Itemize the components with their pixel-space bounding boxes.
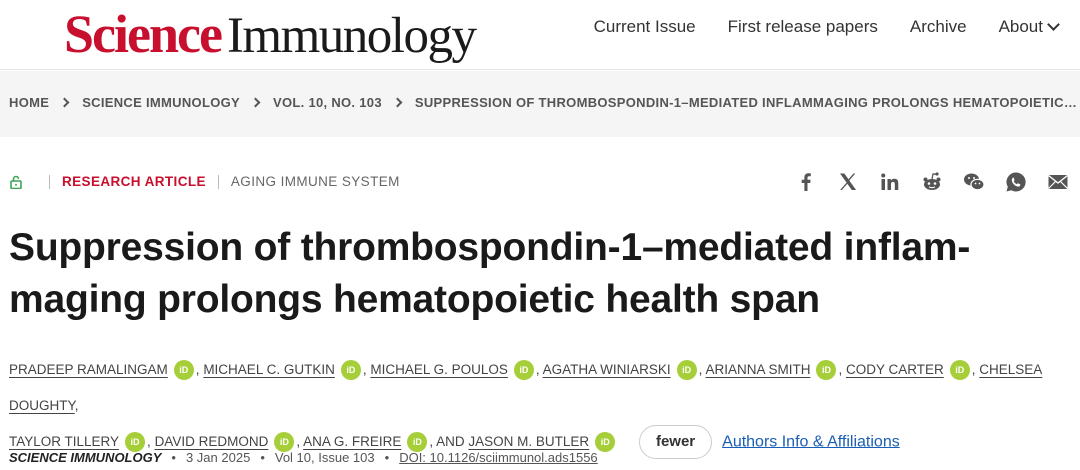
- journal-name[interactable]: SCIENCE IMMUNOLOGY: [9, 450, 161, 465]
- divider: [217, 174, 219, 189]
- chevron-right-icon: [250, 97, 261, 108]
- journal-issue[interactable]: Vol 10, Issue 103: [275, 450, 375, 465]
- article-title-line-2: maging prolongs hematopoietic health spa…: [9, 278, 820, 321]
- wechat-icon[interactable]: [962, 170, 986, 194]
- separator-dot: •: [171, 450, 176, 465]
- breadcrumb-home[interactable]: HOME: [9, 95, 49, 110]
- email-icon[interactable]: [1046, 170, 1070, 194]
- nav-about-label: About: [998, 17, 1043, 36]
- logo-immunology-text: Immunology: [226, 8, 477, 64]
- x-icon[interactable]: [836, 170, 860, 194]
- breadcrumb-bar: HOME SCIENCE IMMUNOLOGY VOL. 10, NO. 103…: [0, 71, 1080, 137]
- breadcrumb-volume[interactable]: VOL. 10, NO. 103: [273, 95, 382, 110]
- reddit-icon[interactable]: [920, 170, 944, 194]
- authors-and-text: , AND: [429, 434, 465, 449]
- nav-about[interactable]: About: [998, 17, 1060, 37]
- chevron-right-icon: [392, 97, 403, 108]
- author-list: PRADEEP RAMALINGAM iD, MICHAEL C. GUTKIN i…: [9, 352, 1075, 460]
- orcid-icon[interactable]: iD: [949, 360, 970, 381]
- journal-citation: SCIENCE IMMUNOLOGY • 3 Jan 2025 • Vol 10…: [9, 450, 598, 465]
- separator-dot: •: [384, 450, 390, 465]
- separator-dot: •: [260, 450, 265, 465]
- author-link[interactable]: ARIANNA SMITH: [705, 362, 810, 377]
- breadcrumb-journal[interactable]: SCIENCE IMMUNOLOGY: [82, 95, 240, 110]
- nav-first-release-papers[interactable]: First release papers: [728, 17, 878, 37]
- author-link[interactable]: MICHAEL G. POULOS: [370, 362, 508, 377]
- author-link[interactable]: PRADEEP RAMALINGAM: [9, 362, 168, 377]
- breadcrumb-article: SUPPRESSION OF THROMBOSPONDIN-1–MEDIATED…: [414, 95, 1078, 110]
- nav-current-issue[interactable]: Current Issue: [594, 17, 696, 37]
- orcid-icon[interactable]: iD: [816, 360, 837, 381]
- logo-science-text: Science: [64, 4, 223, 64]
- linkedin-icon[interactable]: [878, 170, 902, 194]
- author-link[interactable]: ANA G. FREIRE: [303, 434, 401, 449]
- article-title-line-1: Suppression of thrombospondin-1–mediated…: [9, 226, 971, 269]
- author-link[interactable]: MICHAEL C. GUTKIN: [203, 362, 335, 377]
- main-nav: Current Issue First release papers Archi…: [594, 17, 1060, 37]
- author-link[interactable]: JASON M. BUTLER: [468, 434, 589, 449]
- journal-logo[interactable]: Science Immunology: [64, 3, 477, 65]
- article-meta-row: RESEARCH ARTICLE AGING IMMUNE SYSTEM: [9, 174, 400, 189]
- breadcrumb: HOME SCIENCE IMMUNOLOGY VOL. 10, NO. 103…: [9, 95, 1077, 110]
- divider: [49, 174, 50, 189]
- facebook-icon[interactable]: [794, 170, 818, 194]
- author-link[interactable]: AGATHA WINIARSKI: [543, 362, 671, 377]
- orcid-icon[interactable]: iD: [173, 360, 194, 381]
- authors-info-affiliations-link[interactable]: Authors Info & Affiliations: [722, 433, 900, 450]
- orcid-icon[interactable]: iD: [595, 432, 616, 453]
- chevron-right-icon: [59, 97, 70, 108]
- fewer-authors-button[interactable]: fewer: [638, 425, 713, 460]
- whatsapp-icon[interactable]: [1004, 170, 1028, 194]
- article-subject[interactable]: AGING IMMUNE SYSTEM: [231, 174, 400, 189]
- orcid-icon[interactable]: iD: [676, 360, 697, 381]
- share-toolbar: [794, 170, 1070, 194]
- author-link[interactable]: CODY CARTER: [846, 362, 944, 377]
- chevron-down-icon: [1047, 18, 1060, 31]
- open-access-lock-icon: [10, 175, 22, 189]
- orcid-icon[interactable]: iD: [340, 360, 361, 381]
- article-title: Suppression of thrombospondin-1–mediated…: [9, 222, 1069, 326]
- article-type[interactable]: RESEARCH ARTICLE: [62, 174, 206, 189]
- doi-link[interactable]: DOI: 10.1126/sciimmunol.ads1556: [399, 450, 597, 465]
- site-header: Science Immunology Current Issue First r…: [0, 0, 1080, 70]
- nav-archive[interactable]: Archive: [910, 17, 967, 37]
- orcid-icon[interactable]: iD: [513, 360, 534, 381]
- publication-date: 3 Jan 2025: [185, 450, 251, 465]
- author-link[interactable]: TAYLOR TILLERY: [9, 434, 119, 449]
- author-link[interactable]: DAVID REDMOND: [155, 434, 269, 449]
